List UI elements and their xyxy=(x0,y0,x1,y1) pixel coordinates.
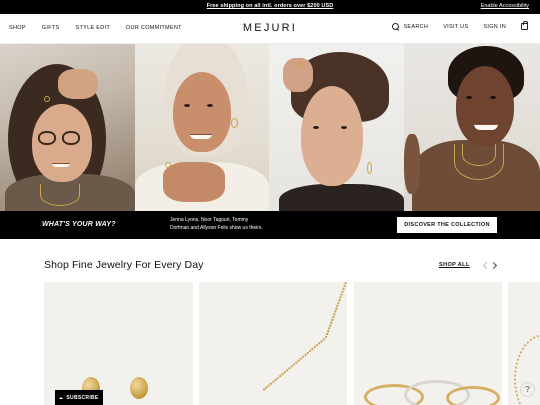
help-icon[interactable]: ? xyxy=(520,382,535,397)
eye-right xyxy=(207,104,213,107)
utility-nav: SEARCH VISIT US SIGN IN xyxy=(392,21,528,30)
face-shape xyxy=(456,66,514,146)
shop-all-link[interactable]: SHOP ALL xyxy=(439,262,470,268)
ring-shape xyxy=(44,96,50,102)
promo-description: Jenna Lyons, Noor Tagouri, Tommy Dorfman… xyxy=(170,217,263,231)
necklace-short-shape xyxy=(462,144,496,166)
chain-lower xyxy=(262,338,326,391)
site-header: SHOP GIFTS STYLE EDIT OUR COMMITMENT MEJ… xyxy=(0,14,540,44)
eye-left xyxy=(313,126,319,129)
smile-shape xyxy=(474,124,498,130)
eye-right xyxy=(341,126,347,129)
necklace-shape xyxy=(40,184,80,206)
search-label: SEARCH xyxy=(403,23,429,30)
hand-shape xyxy=(58,69,98,99)
announcement-bar: Free shipping on all intl. orders over $… xyxy=(0,0,540,14)
hero-image-model-touching-hair xyxy=(269,44,404,211)
ring-gold-right xyxy=(446,386,500,405)
glasses-left xyxy=(38,131,56,145)
ring-shape xyxy=(297,62,303,68)
sign-in-link[interactable]: SIGN IN xyxy=(483,24,506,30)
discover-collection-button[interactable]: DISCOVER THE COLLECTION xyxy=(397,217,497,233)
face-shape xyxy=(301,86,363,186)
visit-us-link[interactable]: VISIT US xyxy=(443,24,468,30)
caret-up-icon xyxy=(59,396,64,399)
promo-heading: WHAT'S YOUR WAY? xyxy=(42,221,116,228)
earring-shape xyxy=(231,118,238,128)
hero-image-model-with-glasses xyxy=(0,44,135,211)
hero-image-model-smiling xyxy=(404,44,540,211)
glasses-right xyxy=(62,131,80,145)
hero-banner[interactable] xyxy=(0,44,540,211)
chain-upper xyxy=(324,282,347,340)
free-shipping-link[interactable]: Free shipping on all intl. orders over $… xyxy=(0,3,540,9)
product-card-stacked-rings[interactable] xyxy=(354,282,502,405)
hands-shape xyxy=(163,162,225,202)
product-card-gold-chain-necklace[interactable] xyxy=(199,282,347,405)
face-shape xyxy=(173,72,231,152)
earring-shape xyxy=(367,162,372,174)
smile-shape xyxy=(52,163,70,167)
promo-strip: WHAT'S YOUR WAY? Jenna Lyons, Noor Tagou… xyxy=(0,211,540,239)
eye-left xyxy=(466,96,472,99)
search-icon xyxy=(392,23,400,30)
arm-shape xyxy=(404,134,420,194)
ring-shape xyxy=(165,162,171,168)
enable-accessibility-link[interactable]: Enable Accessibility xyxy=(481,3,529,9)
earring-right xyxy=(130,377,148,399)
smile-shape xyxy=(190,134,212,139)
shirt-shape xyxy=(279,184,404,211)
subscribe-label: SUBSCRIBE xyxy=(66,394,99,401)
section-title: Shop Fine Jewelry For Every Day xyxy=(44,259,204,271)
chevron-right-icon[interactable] xyxy=(489,260,499,270)
eye-right xyxy=(490,96,496,99)
product-card-gold-dome-earrings[interactable] xyxy=(44,282,193,405)
hero-image-model-with-headscarf xyxy=(135,44,269,211)
subscribe-button[interactable]: SUBSCRIBE xyxy=(55,390,103,405)
search-button[interactable]: SEARCH xyxy=(392,23,428,30)
eye-left xyxy=(184,104,190,107)
shopping-bag-icon[interactable] xyxy=(521,21,528,30)
